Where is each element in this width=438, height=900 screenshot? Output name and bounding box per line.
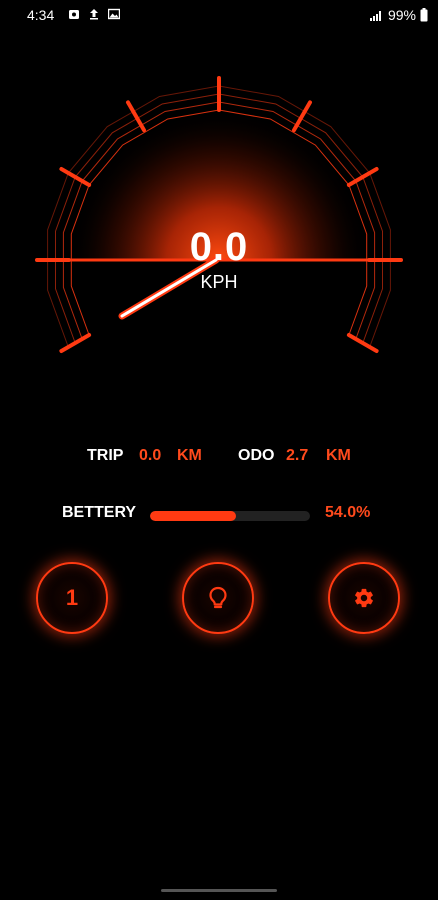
odo-label: ODO	[238, 447, 275, 464]
status-bar: 4:34 99%	[0, 0, 438, 30]
gauge-tick	[346, 333, 379, 353]
lightbulb-icon	[209, 586, 227, 609]
trip-odo-row: TRIP 0.0 KM ODO 2.7 KM	[0, 447, 438, 469]
gauge-tick	[59, 333, 92, 353]
battery-bar-fill	[150, 511, 237, 521]
signal-icon	[369, 11, 381, 21]
settings-button[interactable]	[328, 562, 400, 634]
mode-button[interactable]: 1	[36, 562, 108, 634]
trip-label: TRIP	[87, 447, 124, 464]
light-button[interactable]	[182, 562, 254, 634]
camera-icon	[69, 10, 79, 19]
odo-unit: KM	[326, 447, 351, 464]
notification-icons	[68, 8, 120, 20]
speed-readout: 0.0	[189, 225, 249, 269]
home-indicator[interactable]	[161, 889, 277, 892]
upload-icon	[90, 9, 98, 20]
speed-unit: KPH	[200, 272, 238, 292]
trip-value: 0.0	[139, 447, 162, 464]
battery-row: BETTERY 54.0%	[0, 504, 438, 526]
status-time: 4:34	[27, 7, 55, 23]
battery-bar	[150, 511, 310, 521]
mode-label: 1	[65, 585, 79, 610]
battery-percent: 54.0%	[325, 504, 371, 521]
gear-icon	[355, 588, 373, 608]
trip-unit: KM	[177, 447, 202, 464]
gauge-dial	[35, 76, 403, 353]
speedometer-gauge	[35, 76, 403, 353]
image-icon	[108, 8, 120, 20]
battery-percent-status: 99%	[387, 7, 416, 23]
status-right: 99%	[369, 7, 428, 23]
odo-value: 2.7	[286, 447, 309, 464]
battery-label: BETTERY	[62, 504, 137, 521]
battery-icon	[420, 8, 428, 22]
